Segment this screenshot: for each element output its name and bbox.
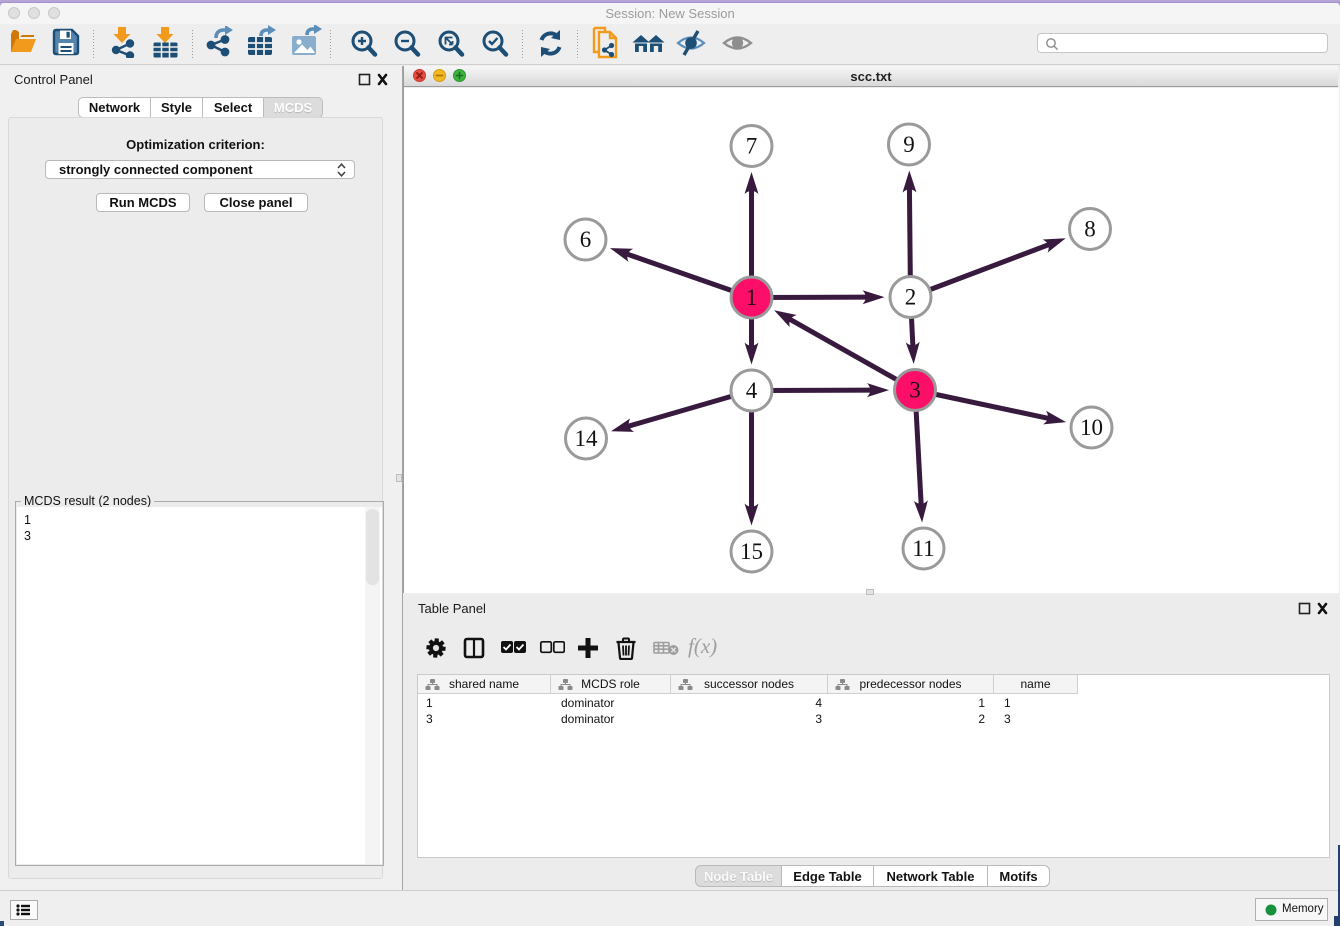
- svg-text:4: 4: [746, 378, 758, 403]
- svg-text:8: 8: [1084, 217, 1096, 242]
- svg-text:2: 2: [905, 285, 917, 310]
- svg-text:1: 1: [746, 285, 758, 310]
- svg-text:6: 6: [580, 227, 592, 252]
- svg-text:11: 11: [912, 536, 934, 561]
- svg-text:10: 10: [1080, 415, 1103, 440]
- svg-text:15: 15: [740, 539, 763, 564]
- svg-text:3: 3: [909, 378, 921, 403]
- svg-text:14: 14: [575, 426, 599, 451]
- svg-text:9: 9: [903, 132, 915, 157]
- svg-text:7: 7: [746, 134, 758, 159]
